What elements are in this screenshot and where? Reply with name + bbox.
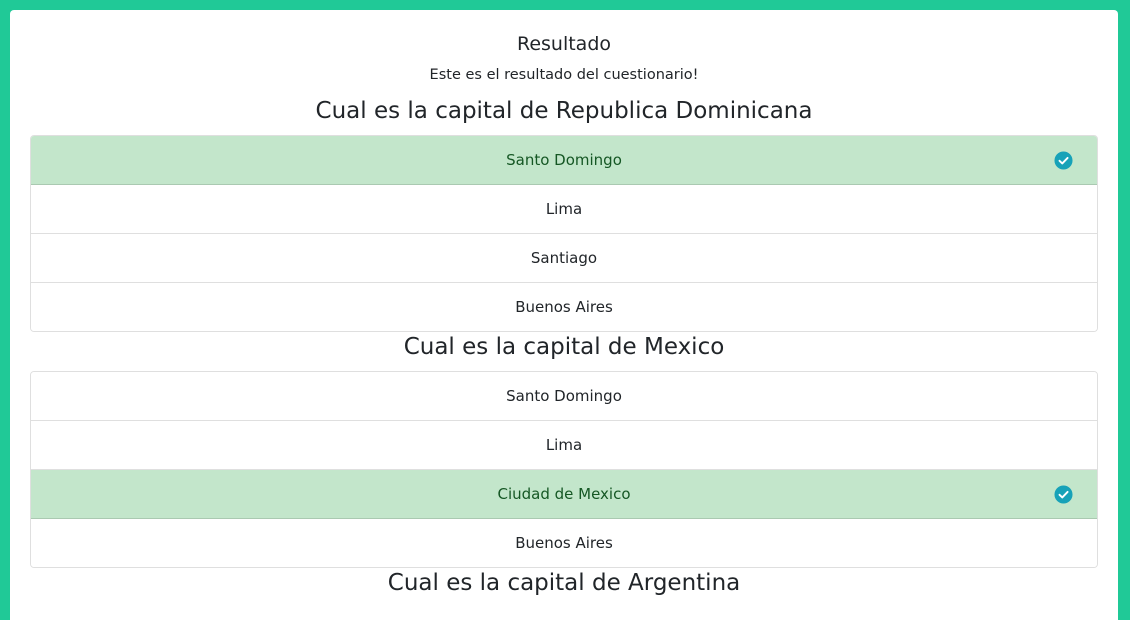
answer-label: Lima (545, 200, 583, 218)
answer-option[interactable]: Buenos Aires (31, 283, 1097, 331)
question-title: Cual es la capital de Mexico (403, 334, 725, 360)
answer-label: Santo Domingo (506, 387, 622, 405)
answer-option[interactable]: Lima (31, 421, 1097, 470)
card-text: Este es el resultado del cuestionario! (429, 67, 699, 83)
answer-option-correct[interactable]: Santo Domingo (31, 136, 1097, 185)
answer-label: Buenos Aires (515, 298, 613, 316)
answer-option[interactable]: Santiago (31, 234, 1097, 283)
answer-option[interactable]: Lima (31, 185, 1097, 234)
answer-option-correct[interactable]: Ciudad de Mexico (31, 470, 1097, 519)
check-circle-icon (1054, 150, 1073, 170)
answer-label: Santiago (530, 249, 598, 267)
answer-list: Santo Domingo Lima Ciudad de Mexico Buen… (30, 371, 1098, 568)
answer-option[interactable]: Santo Domingo (31, 372, 1097, 421)
question-title: Cual es la capital de Republica Dominica… (315, 98, 813, 124)
answer-option[interactable]: Buenos Aires (31, 519, 1097, 567)
card-title: Resultado (516, 33, 612, 55)
check-circle-icon (1054, 484, 1073, 504)
question-title: Cual es la capital de Argentina (387, 570, 741, 596)
answer-label: Santo Domingo (506, 151, 622, 169)
result-card: Resultado Este es el resultado del cuest… (10, 10, 1118, 620)
answer-list: Santo Domingo Lima Santiago Buenos Aires (30, 135, 1098, 332)
answer-label: Buenos Aires (515, 534, 613, 552)
answer-label: Ciudad de Mexico (497, 485, 631, 503)
answer-label: Lima (545, 436, 583, 454)
